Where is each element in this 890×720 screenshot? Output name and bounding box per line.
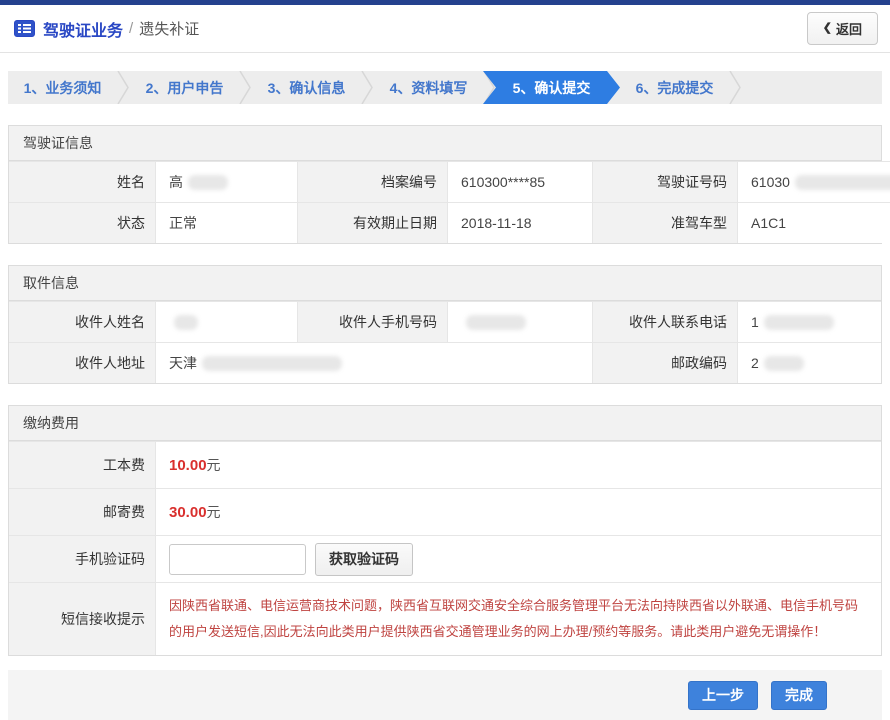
step-tabs: 1、业务须知 2、用户申告 3、确认信息 4、资料填写 5、确认提交 6、完成提… [8,71,882,104]
back-button[interactable]: ❮ 返回 [807,12,878,45]
tab-step-3[interactable]: 3、确认信息 [252,71,361,104]
postal-code-value: 2 [737,342,881,383]
redacted-blur [466,315,526,330]
license-section-title: 驾驶证信息 [9,126,881,161]
license-number-value: 61030 [737,161,890,202]
sms-notice-cell: 因陕西省联通、电信运营商技术问题，陕西省互联网交通安全综合服务管理平台无法向持陕… [155,582,881,655]
pickup-info-table: 收件人姓名 收件人手机号码 收件人联系电话 1 收件人地址 天津 邮政编码 2 [9,301,881,383]
vehicle-class-label: 准驾车型 [592,202,737,243]
page-title: 驾驶证业务 [43,17,123,41]
chevron-left-icon: ❮ [823,23,832,34]
license-number-label: 驾驶证号码 [592,161,737,202]
tab-separator [729,71,742,104]
tab-separator [361,71,374,104]
production-fee-value: 10.00元 [155,441,881,488]
postage-fee-value: 30.00元 [155,488,881,535]
vehicle-class-value: A1C1 [737,202,890,243]
name-label: 姓名 [9,161,155,202]
sms-code-cell: 获取验证码 [155,535,881,582]
tab-step-1[interactable]: 1、业务须知 [8,71,117,104]
postal-code-label: 邮政编码 [592,342,737,383]
tab-step-6[interactable]: 6、完成提交 [620,71,729,104]
fees-section-title: 缴纳费用 [9,406,881,441]
recipient-name-label: 收件人姓名 [9,301,155,342]
file-number-value: 610300****85 [447,161,592,202]
recipient-phone-label: 收件人联系电话 [592,301,737,342]
tab-step-4[interactable]: 4、资料填写 [374,71,483,104]
tab-step-5-active[interactable]: 5、确认提交 [483,71,620,104]
expiry-label: 有效期止日期 [297,202,447,243]
redacted-blur [795,175,890,190]
back-button-label: 返回 [836,19,862,38]
redacted-blur [174,315,198,330]
postage-fee-unit: 元 [207,502,221,522]
postage-fee-amount: 30.00 [169,504,207,521]
breadcrumb-current: 遗失补证 [139,18,199,39]
recipient-address-label: 收件人地址 [9,342,155,383]
license-info-section: 驾驶证信息 姓名 高 档案编号 610300****85 驾驶证号码 61030… [8,125,882,244]
status-label: 状态 [9,202,155,243]
postage-fee-label: 邮寄费 [9,488,155,535]
expiry-value: 2018-11-18 [447,202,592,243]
sms-code-input[interactable] [169,544,306,575]
breadcrumb-separator: / [129,20,133,37]
sms-notice-text: 因陕西省联通、电信运营商技术问题，陕西省互联网交通安全综合服务管理平台无法向持陕… [169,587,871,651]
tab-separator [239,71,252,104]
recipient-address-value: 天津 [155,342,592,383]
page-header: 驾驶证业务 / 遗失补证 ❮ 返回 [0,5,890,53]
recipient-name-value [155,301,297,342]
production-fee-label: 工本费 [9,441,155,488]
recipient-mobile-label: 收件人手机号码 [297,301,447,342]
redacted-blur [764,315,834,330]
license-services-icon [14,20,35,37]
production-fee-unit: 元 [207,455,221,475]
redacted-blur [764,356,804,371]
pickup-info-section: 取件信息 收件人姓名 收件人手机号码 收件人联系电话 1 收件人地址 天津 邮政… [8,265,882,384]
fees-section: 缴纳费用 工本费 10.00元 邮寄费 30.00元 手机验证码 获取验证码 短… [8,405,882,656]
file-number-label: 档案编号 [297,161,447,202]
sms-code-label: 手机验证码 [9,535,155,582]
fees-table: 工本费 10.00元 邮寄费 30.00元 手机验证码 获取验证码 短信接收提示… [9,441,881,655]
sms-notice-label: 短信接收提示 [9,582,155,655]
production-fee-amount: 10.00 [169,457,207,474]
recipient-mobile-value [447,301,592,342]
license-info-table: 姓名 高 档案编号 610300****85 驾驶证号码 61030 状态 正常… [9,161,881,243]
recipient-phone-value: 1 [737,301,881,342]
redacted-blur [188,175,228,190]
tab-separator [117,71,130,104]
get-sms-code-button[interactable]: 获取验证码 [315,543,413,576]
footer-action-bar: 上一步 完成 [8,670,882,720]
pickup-section-title: 取件信息 [9,266,881,301]
tab-step-2[interactable]: 2、用户申告 [130,71,239,104]
name-value: 高 [155,161,297,202]
redacted-blur [202,356,342,371]
status-value: 正常 [155,202,297,243]
tab-bar-filler [742,71,882,104]
